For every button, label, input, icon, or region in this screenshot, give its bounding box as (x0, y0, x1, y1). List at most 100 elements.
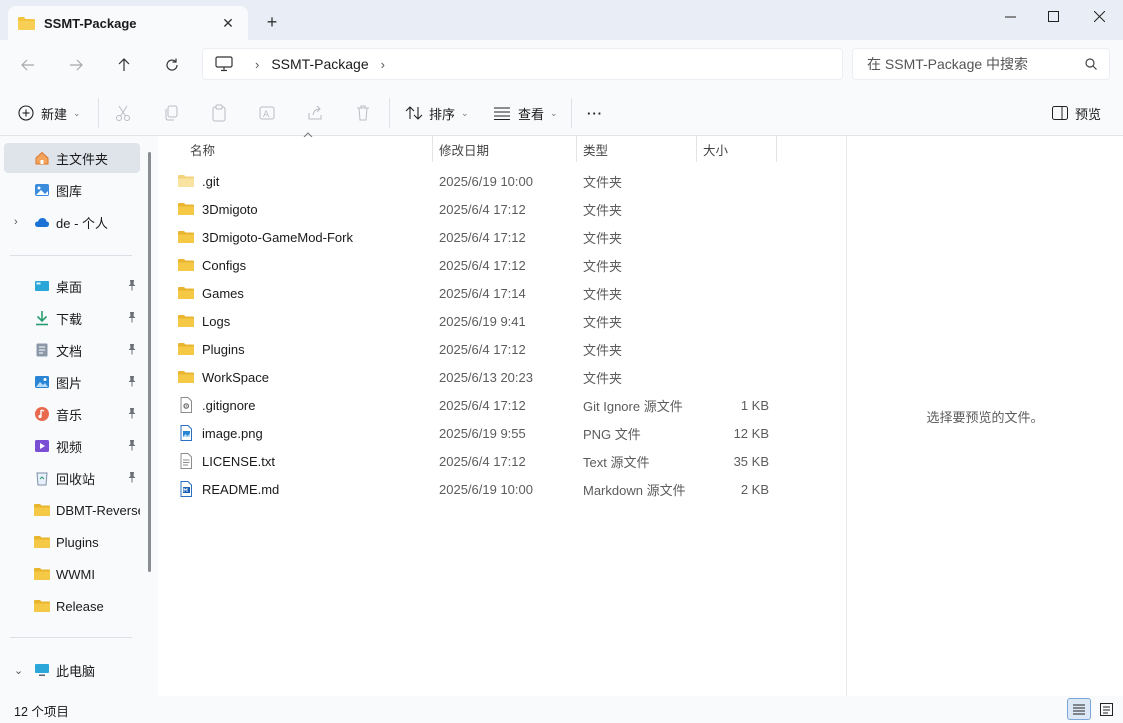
column-divider[interactable] (576, 136, 577, 162)
sort-ascending-icon (303, 132, 313, 138)
forward-button[interactable] (63, 52, 89, 78)
chevron-right-icon[interactable]: › (14, 216, 18, 228)
sidebar-scrollbar[interactable] (148, 152, 151, 572)
file-row[interactable]: Games 2025/6/4 17:14 文件夹 (172, 279, 792, 307)
share-icon (308, 105, 322, 120)
column-divider[interactable] (432, 136, 433, 162)
pin-icon[interactable] (126, 311, 138, 323)
column-header-size[interactable]: 大小 (703, 136, 728, 162)
status-bar: 12 个项目 (0, 696, 1123, 723)
sidebar-item-quick-1[interactable]: 下载 (4, 303, 140, 333)
file-date: 2025/6/4 17:12 (439, 201, 526, 217)
file-row[interactable]: Plugins 2025/6/4 17:12 文件夹 (172, 335, 792, 363)
music-icon (34, 406, 50, 422)
close-window-button[interactable] (1076, 0, 1122, 32)
share-button[interactable] (306, 100, 324, 126)
file-row[interactable]: .gitignore 2025/6/4 17:12 Git Ignore 源文件 1 … (172, 391, 792, 419)
sidebar-item-label: de - 个人 (56, 215, 109, 231)
column-header-name[interactable]: 名称 (190, 136, 215, 162)
sidebar-item-top-0[interactable]: 主文件夹 (4, 143, 140, 173)
file-size (702, 335, 769, 363)
search-box[interactable]: 在 SSMT-Package 中搜索 (852, 48, 1110, 80)
pin-icon[interactable] (126, 471, 138, 483)
maximize-icon (1047, 10, 1059, 22)
pin-icon[interactable] (126, 375, 138, 387)
delete-button[interactable] (354, 100, 372, 126)
tab-title: SSMT-Package (44, 15, 137, 31)
sidebar-item-quick-7[interactable]: DBMT-Reverse (4, 495, 140, 525)
sidebar-item-quick-5[interactable]: 视频 (4, 431, 140, 461)
sidebar-item-quick-3[interactable]: 图片 (4, 367, 140, 397)
up-button[interactable] (111, 52, 137, 78)
sidebar-item-top-1[interactable]: 图库 (4, 175, 140, 205)
new-button[interactable]: 新建 ⌄ (18, 100, 81, 126)
address-bar[interactable]: › SSMT-Package › (202, 48, 843, 80)
column-divider[interactable] (696, 136, 697, 162)
pin-icon[interactable] (126, 407, 138, 419)
file-name: README.md (202, 481, 280, 497)
arrow-right-icon (70, 59, 83, 71)
pin-icon[interactable] (126, 279, 138, 291)
search-input[interactable]: 在 SSMT-Package 中搜索 (867, 54, 1085, 74)
file-row[interactable]: LICENSE.txt 2025/6/4 17:12 Text 源文件 35 KB (172, 447, 792, 475)
new-tab-button[interactable]: + (260, 10, 284, 34)
minimize-button[interactable] (987, 0, 1033, 32)
sidebar-divider (10, 637, 132, 638)
file-row[interactable]: README.md 2025/6/19 10:00 Markdown 源文件 2 KB (172, 475, 792, 503)
file-name: 3Dmigoto (202, 201, 258, 217)
pin-icon[interactable] (126, 439, 138, 451)
refresh-button[interactable] (159, 52, 185, 78)
sidebar-item-quick-4[interactable]: 音乐 (4, 399, 140, 429)
sort-button[interactable]: 排序 ⌄ (405, 100, 469, 126)
preview-toggle-button[interactable]: 预览 (1052, 100, 1101, 126)
column-header-date[interactable]: 修改日期 (439, 136, 489, 162)
paste-button[interactable] (210, 100, 228, 126)
sidebar-item-label: 音乐 (56, 407, 83, 423)
file-row[interactable]: 3Dmigoto 2025/6/4 17:12 文件夹 (172, 195, 792, 223)
file-type: 文件夹 (583, 342, 623, 358)
breadcrumb-chevron-icon[interactable]: › (381, 57, 385, 72)
sidebar-item-quick-2[interactable]: 文档 (4, 335, 140, 365)
download-icon (34, 310, 50, 326)
sidebar-item-quick-0[interactable]: 桌面 (4, 271, 140, 301)
more-options-button[interactable]: ··· (587, 100, 603, 126)
file-row[interactable]: Configs 2025/6/4 17:12 文件夹 (172, 251, 792, 279)
sidebar-item-top-2[interactable]: › de - 个人 (4, 207, 140, 237)
sidebar-item-label: 桌面 (56, 279, 83, 295)
file-name-cell: LICENSE.txt (178, 447, 275, 475)
maximize-button[interactable] (1030, 0, 1076, 32)
folder-icon (178, 257, 198, 273)
rename-button[interactable]: A (258, 100, 276, 126)
file-name-cell: .git (178, 167, 219, 195)
view-button-label: 查看 (518, 106, 545, 122)
file-row[interactable]: image.png 2025/6/19 9:55 PNG 文件 12 KB (172, 419, 792, 447)
file-row[interactable]: .git 2025/6/19 10:00 文件夹 (172, 167, 792, 195)
sidebar-item-this-pc[interactable]: ⌄ 此电脑 (4, 655, 140, 685)
sidebar-item-quick-6[interactable]: 回收站 (4, 463, 140, 493)
back-button[interactable] (15, 52, 41, 78)
view-button[interactable]: 查看 ⌄ (494, 100, 558, 126)
breadcrumb-chevron-icon[interactable]: › (255, 57, 259, 72)
column-divider[interactable] (776, 136, 777, 162)
breadcrumb-segment[interactable]: SSMT-Package (271, 56, 368, 72)
chevron-down-icon[interactable]: ⌄ (14, 664, 23, 677)
sidebar-item-label: 回收站 (56, 471, 96, 487)
videos-icon (34, 438, 50, 454)
tiles-view-button[interactable] (1094, 698, 1118, 720)
file-date: 2025/6/4 17:12 (439, 257, 526, 273)
sidebar-item-quick-10[interactable]: Release (4, 591, 140, 621)
cut-button[interactable] (114, 100, 132, 126)
file-name-cell: Plugins (178, 335, 245, 363)
close-tab-icon[interactable]: ✕ (218, 13, 238, 33)
sidebar-item-quick-8[interactable]: Plugins (4, 527, 140, 557)
file-row[interactable]: 3Dmigoto-GameMod-Fork 2025/6/4 17:12 文件夹 (172, 223, 792, 251)
folder-icon (34, 598, 50, 614)
details-view-button[interactable] (1067, 698, 1091, 720)
file-row[interactable]: WorkSpace 2025/6/13 20:23 文件夹 (172, 363, 792, 391)
pin-icon[interactable] (126, 343, 138, 355)
file-row[interactable]: Logs 2025/6/19 9:41 文件夹 (172, 307, 792, 335)
tab-ssmt-package[interactable]: SSMT-Package ✕ (8, 6, 248, 40)
column-header-type[interactable]: 类型 (583, 136, 608, 162)
copy-button[interactable] (162, 100, 180, 126)
sidebar-item-quick-9[interactable]: WWMI (4, 559, 140, 589)
